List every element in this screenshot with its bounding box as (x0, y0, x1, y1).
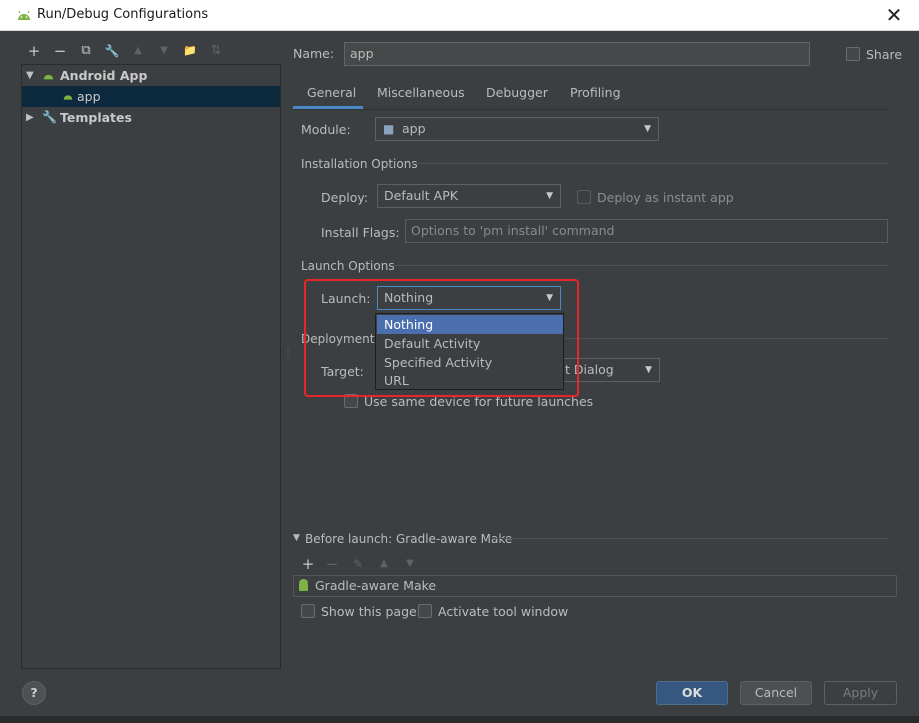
config-toolbar: + − ⧉ 🔧 ▲ ▼ 📁 ⇅ (22, 40, 282, 62)
window-title: Run/Debug Configurations (37, 7, 209, 22)
name-label: Name: (293, 46, 335, 61)
tab-miscellaneous[interactable]: Miscellaneous (377, 84, 465, 110)
close-icon[interactable]: ✕ (886, 3, 903, 27)
tree-item-templates[interactable]: ▶ 🔧 Templates (22, 107, 280, 128)
launch-option-default-activity[interactable]: Default Activity (377, 334, 563, 353)
edit-icon[interactable]: ✎ (348, 553, 368, 575)
chevron-down-icon: ▼ (644, 124, 651, 134)
collapse-arrow-icon[interactable]: ▶ (26, 107, 36, 128)
module-folder-icon: ■ (383, 122, 395, 136)
launch-options-title: Launch Options (301, 259, 395, 273)
remove-icon[interactable]: − (322, 553, 342, 575)
before-launch-collapse-icon[interactable]: ▼ (293, 533, 300, 543)
activate-tool-checkbox[interactable] (418, 604, 432, 618)
launch-select[interactable]: Nothing ▼ (377, 286, 561, 310)
tree-item-android-app[interactable]: ▼ Android App (22, 65, 280, 86)
splitter-handle[interactable]: ⋮ (283, 347, 293, 358)
tabs-divider (293, 109, 890, 110)
move-down-icon[interactable]: ▼ (154, 40, 174, 62)
remove-icon[interactable]: − (50, 40, 70, 62)
installation-options-title: Installation Options (301, 157, 418, 171)
deploy-value: Default APK (384, 188, 458, 203)
title-bar: Run/Debug Configurations ✕ (0, 0, 919, 31)
deploy-select[interactable]: Default APK ▼ (377, 184, 561, 208)
window-bottom-edge (0, 716, 919, 723)
folder-icon[interactable]: 📁 (180, 40, 200, 62)
launch-value: Nothing (384, 290, 434, 305)
before-launch-toolbar: + − ✎ ▲ ▼ (298, 553, 428, 573)
tree-item-app[interactable]: app (22, 86, 280, 107)
tab-debugger[interactable]: Debugger (486, 84, 548, 110)
apply-button[interactable]: Apply (824, 681, 897, 705)
help-icon[interactable]: ? (30, 685, 37, 700)
android-icon (299, 579, 308, 591)
android-icon (18, 10, 30, 20)
deploy-label: Deploy: (321, 190, 369, 205)
target-label: Target: (321, 364, 364, 379)
add-icon[interactable]: + (298, 553, 318, 575)
name-input[interactable]: app (344, 42, 810, 66)
launch-option-specified-activity[interactable]: Specified Activity (377, 353, 563, 372)
launch-label: Launch: (321, 291, 371, 306)
tree-label: Templates (60, 110, 132, 125)
before-launch-title[interactable]: Before launch: Gradle-aware Make (305, 532, 512, 546)
ok-button[interactable]: OK (656, 681, 728, 705)
cancel-button[interactable]: Cancel (740, 681, 812, 705)
show-page-label: Show this page (321, 604, 417, 619)
wrench-icon[interactable]: 🔧 (102, 40, 122, 62)
add-icon[interactable]: + (24, 40, 44, 62)
help-button[interactable]: ? (22, 681, 46, 705)
launch-dropdown-list: Nothing Default Activity Specified Activ… (375, 313, 564, 390)
android-icon (43, 74, 54, 80)
move-up-icon[interactable]: ▲ (128, 40, 148, 62)
same-device-checkbox[interactable] (344, 394, 358, 408)
android-icon (63, 95, 73, 100)
install-flags-input[interactable]: Options to 'pm install' command (405, 219, 888, 243)
share-label: Share (866, 47, 903, 62)
tab-profiling[interactable]: Profiling (570, 84, 621, 110)
module-select[interactable]: ■ app ▼ (375, 117, 659, 141)
deployment-target-title: Deployment T (301, 332, 386, 346)
tree-label: Android App (60, 68, 148, 83)
list-item-label: Gradle-aware Make (315, 578, 437, 593)
section-divider (565, 338, 888, 339)
install-flags-label: Install Flags: (321, 225, 400, 240)
section-divider (410, 163, 888, 164)
list-item[interactable]: Gradle-aware Make (294, 576, 896, 596)
chevron-down-icon: ▼ (645, 365, 652, 375)
config-tree: ▼ Android App app ▶ 🔧 Templates (21, 64, 281, 669)
sort-icon[interactable]: ⇅ (206, 40, 226, 62)
chevron-down-icon: ▼ (546, 191, 553, 201)
launch-option-nothing[interactable]: Nothing (377, 315, 563, 334)
launch-option-url[interactable]: URL (377, 371, 563, 390)
section-divider (391, 265, 888, 266)
activate-tool-label: Activate tool window (438, 604, 569, 619)
instant-app-checkbox[interactable] (577, 190, 591, 204)
module-value: app (402, 121, 426, 136)
chevron-down-icon: ▼ (546, 293, 553, 303)
section-divider (492, 538, 888, 539)
module-label: Module: (301, 122, 351, 137)
wrench-icon: 🔧 (42, 110, 57, 124)
share-checkbox[interactable] (846, 47, 860, 61)
expand-arrow-icon[interactable]: ▼ (26, 65, 36, 86)
move-down-icon[interactable]: ▼ (400, 553, 420, 575)
instant-app-label: Deploy as instant app (597, 190, 734, 205)
tree-label: app (77, 89, 101, 104)
before-launch-list: Gradle-aware Make (293, 575, 897, 597)
show-page-checkbox[interactable] (301, 604, 315, 618)
same-device-label: Use same device for future launches (364, 394, 594, 409)
target-value: t Dialog (565, 362, 614, 377)
copy-icon[interactable]: ⧉ (76, 40, 96, 62)
close-button[interactable]: ✕ (883, 4, 905, 26)
move-up-icon[interactable]: ▲ (374, 553, 394, 575)
